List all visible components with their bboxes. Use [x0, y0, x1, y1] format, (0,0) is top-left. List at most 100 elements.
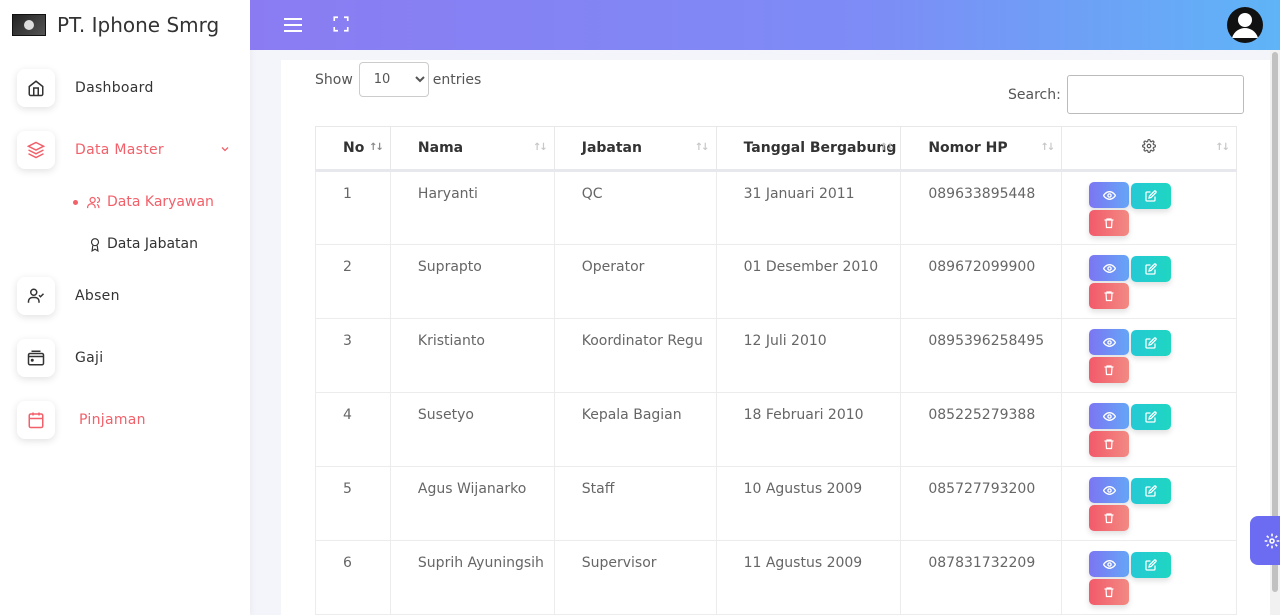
submenu-item-label: Data Jabatan — [107, 236, 198, 252]
cell-tanggal: 01 Desember 2010 — [715, 244, 902, 319]
edit-icon — [1145, 558, 1157, 571]
cell-tanggal: 10 Agustus 2009 — [715, 466, 902, 541]
submenu-item-data-jabatan[interactable]: Data Jabatan — [0, 223, 250, 265]
cell-no: 4 — [315, 392, 391, 467]
trash-icon — [1103, 217, 1115, 229]
delete-button[interactable] — [1089, 504, 1130, 531]
search-label: Search: — [1008, 86, 1061, 103]
trash-icon — [1103, 438, 1115, 450]
scrollbar-thumb[interactable] — [1272, 52, 1278, 592]
sidebar-item-pinjaman[interactable]: Pinjaman — [0, 389, 250, 451]
cell-tanggal: 11 Agustus 2009 — [715, 540, 902, 615]
delete-button[interactable] — [1089, 578, 1130, 605]
calendar-icon — [17, 401, 55, 439]
submenu-item-data-karyawan[interactable]: Data Karyawan — [0, 181, 250, 223]
cell-hp: 085225279388 — [900, 392, 1063, 467]
cell-actions — [1061, 318, 1237, 393]
table-row: 5 Agus Wijanarko Staff 10 Agustus 2009 08572… — [315, 466, 1237, 541]
cell-nama: Haryanti — [389, 170, 555, 245]
sort-icon: ↑↓ — [879, 142, 895, 153]
edit-button[interactable] — [1131, 551, 1172, 578]
sidebar-item-dashboard[interactable]: Dashboard — [0, 57, 250, 119]
column-header-nama[interactable]: Nama ↑↓ — [389, 126, 555, 172]
edit-icon — [1145, 484, 1157, 497]
fullscreen-icon[interactable] — [332, 15, 350, 37]
table-row: 1 Haryanti QC 31 Januari 2011 089633895448 — [315, 170, 1237, 245]
sort-icon: ↑↓ — [694, 142, 710, 153]
cell-actions — [1061, 170, 1237, 245]
cell-jabatan: Supervisor — [553, 540, 717, 615]
eye-icon — [1102, 410, 1116, 423]
home-icon — [17, 69, 55, 107]
eye-icon — [1102, 262, 1116, 275]
edit-icon — [1145, 262, 1157, 275]
view-button[interactable] — [1089, 403, 1130, 429]
cell-jabatan: QC — [553, 170, 717, 245]
cell-no: 5 — [315, 466, 391, 541]
edit-button[interactable] — [1131, 182, 1172, 209]
brand-logo — [12, 14, 46, 36]
edit-button[interactable] — [1131, 255, 1172, 282]
trash-icon — [1103, 512, 1115, 524]
brand-title: PT. Iphone Smrg — [57, 13, 220, 37]
cell-hp: 089672099900 — [900, 244, 1063, 319]
cell-tanggal: 18 Februari 2010 — [715, 392, 902, 467]
eye-icon — [1102, 558, 1116, 571]
gear-icon — [1264, 533, 1280, 548]
delete-button[interactable] — [1089, 356, 1130, 383]
edit-button[interactable] — [1131, 329, 1172, 356]
show-label: Show — [315, 71, 353, 88]
cell-jabatan: Staff — [553, 466, 717, 541]
search-input[interactable] — [1066, 75, 1244, 114]
view-button[interactable] — [1089, 477, 1130, 503]
user-avatar-icon[interactable] — [1227, 7, 1263, 43]
delete-button[interactable] — [1089, 282, 1130, 309]
column-header-jabatan[interactable]: Jabatan ↑↓ — [553, 126, 717, 172]
table-row: 4 Susetyo Kepala Bagian 18 Februari 2010 085… — [315, 392, 1237, 467]
employee-table: No ↑↓ Nama ↑↓ Jabatan ↑↓ Tanggal Bergabung ↑… — [315, 126, 1237, 615]
sidebar: PT. Iphone Smrg Dashboard Data Master Da… — [0, 0, 250, 615]
header-label: Tanggal Bergabung — [743, 140, 897, 156]
delete-button[interactable] — [1089, 430, 1130, 457]
cell-nama: Kristianto — [389, 318, 555, 393]
header-label: Nomor HP — [928, 140, 1008, 156]
cell-hp: 085727793200 — [900, 466, 1063, 541]
view-button[interactable] — [1089, 255, 1130, 281]
edit-icon — [1145, 336, 1157, 349]
entries-length-control: Show 10 entries — [315, 62, 481, 97]
cell-tanggal: 31 Januari 2011 — [715, 170, 902, 245]
settings-floating-button[interactable] — [1250, 516, 1280, 565]
sidebar-item-label: Pinjaman — [79, 412, 146, 428]
edit-icon — [1145, 189, 1157, 202]
cell-tanggal: 12 Juli 2010 — [715, 318, 902, 393]
view-button[interactable] — [1089, 329, 1130, 355]
cell-hp: 087831732209 — [900, 540, 1063, 615]
brand[interactable]: PT. Iphone Smrg — [0, 0, 250, 50]
cell-no: 1 — [315, 170, 391, 245]
delete-button[interactable] — [1089, 209, 1130, 236]
sidebar-item-gaji[interactable]: Gaji — [0, 327, 250, 389]
gear-icon — [1142, 139, 1157, 153]
sidebar-item-data-master[interactable]: Data Master — [0, 119, 250, 181]
table-row: 3 Kristianto Koordinator Regu 12 Juli 2010 0… — [315, 318, 1237, 393]
sidebar-menu: Dashboard Data Master Data Karyawan Data… — [0, 57, 250, 451]
column-header-nomor-hp[interactable]: Nomor HP ↑↓ — [900, 126, 1063, 172]
sidebar-item-label: Gaji — [75, 350, 104, 366]
edit-button[interactable] — [1131, 403, 1172, 430]
sidebar-item-absen[interactable]: Absen — [0, 265, 250, 327]
menu-toggle-icon[interactable] — [284, 17, 302, 37]
data-master-submenu: Data Karyawan Data Jabatan — [0, 181, 250, 265]
cell-no: 2 — [315, 244, 391, 319]
cell-jabatan: Operator — [553, 244, 717, 319]
edit-button[interactable] — [1131, 477, 1172, 504]
cell-nama: Agus Wijanarko — [389, 466, 555, 541]
entries-select[interactable]: 10 — [358, 62, 429, 97]
entries-label: entries — [432, 71, 482, 88]
view-button[interactable] — [1089, 182, 1130, 208]
column-header-actions[interactable]: ↑↓ — [1061, 126, 1237, 172]
column-header-no[interactable]: No ↑↓ — [315, 126, 391, 172]
column-header-tanggal[interactable]: Tanggal Bergabung ↑↓ — [715, 126, 902, 172]
view-button[interactable] — [1089, 551, 1130, 577]
eye-icon — [1102, 484, 1116, 497]
table-row: 6 Suprih Ayuningsih Supervisor 11 Agustus 2… — [315, 540, 1237, 615]
